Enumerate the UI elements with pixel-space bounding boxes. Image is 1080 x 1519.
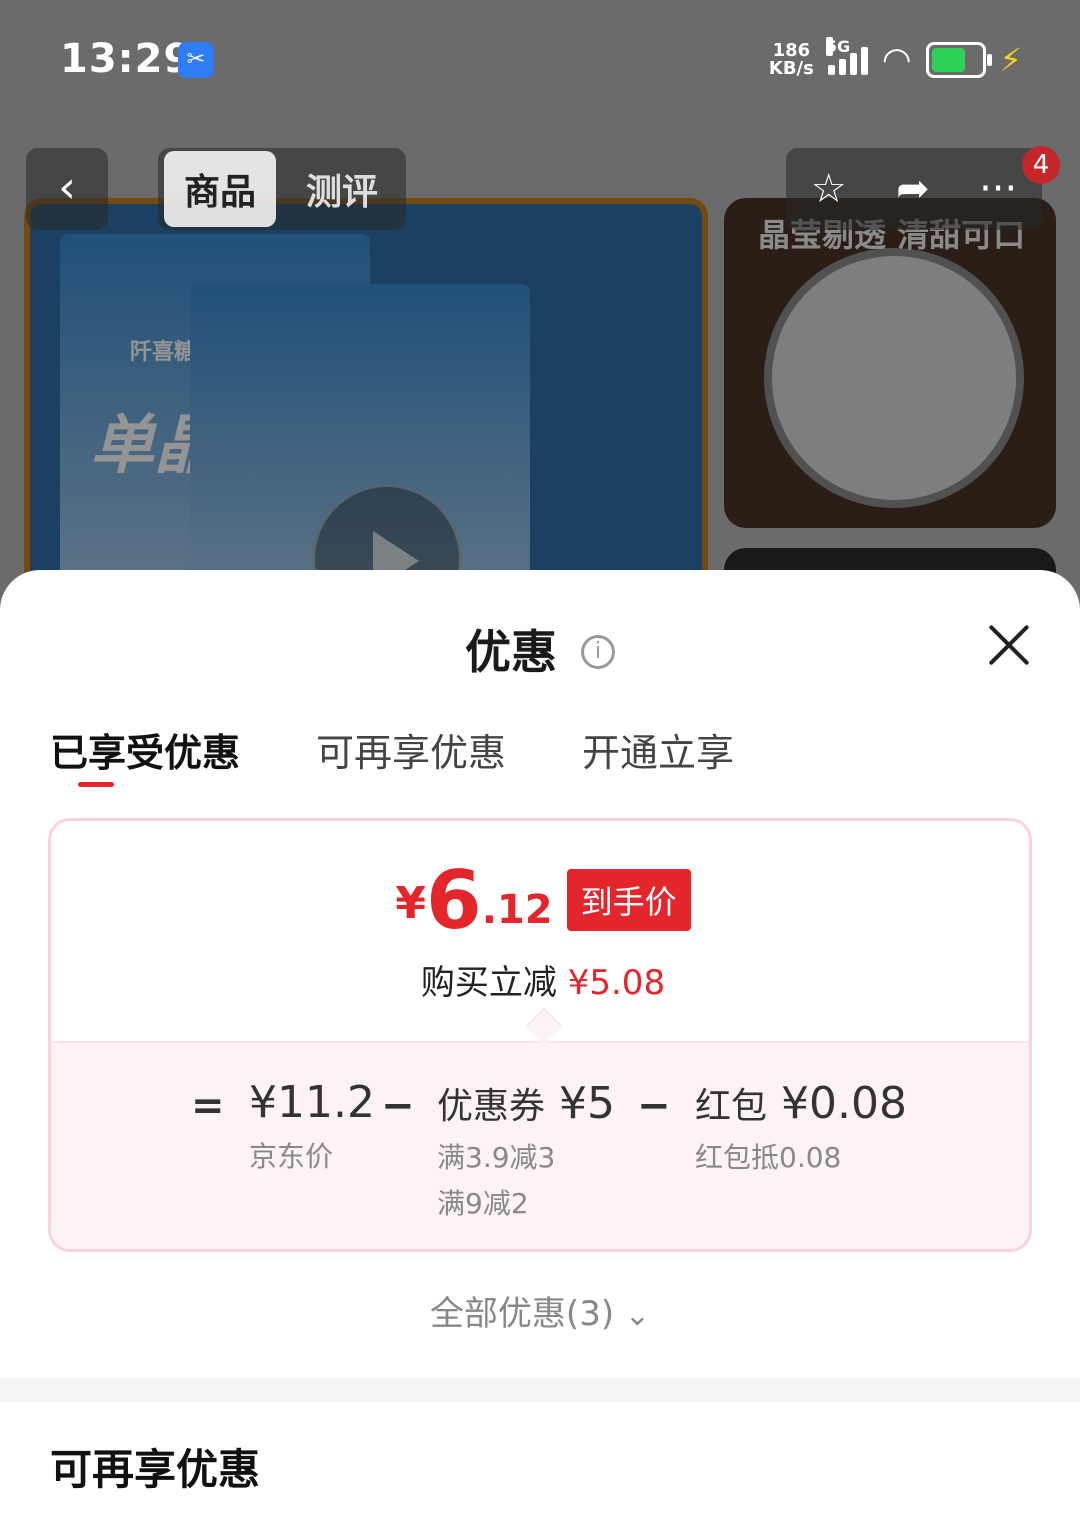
tab-product[interactable]: 商品 <box>164 151 277 227</box>
wifi-icon: ◠ <box>881 40 912 80</box>
more-icon[interactable]: ··· <box>979 166 1017 212</box>
red-packet-label: 红包 <box>695 1086 768 1127</box>
saving-label: 购买立减 <box>420 963 557 1003</box>
dim-overlay[interactable] <box>0 0 1080 600</box>
red-packet-rule: 红包抵0.08 <box>695 1141 842 1174</box>
coupon-rule: 满9减2 <box>437 1187 529 1220</box>
saving-amount: ¥5.08 <box>567 963 666 1003</box>
minus-sign: − <box>637 1083 671 1129</box>
sheet-title: 优惠 i <box>0 616 1080 682</box>
final-price-tag: 到手价 <box>566 869 691 931</box>
final-price: ¥ 6 .12 到手价 <box>51 854 1029 947</box>
network-speed: 186 KB/s <box>769 42 814 78</box>
favorite-star-icon[interactable]: ☆ <box>811 166 847 212</box>
coupon-value: ¥5 <box>559 1078 616 1129</box>
close-button[interactable] <box>984 620 1034 670</box>
coupon-label: 优惠券 <box>437 1086 546 1127</box>
base-price-column: ¥11.2 京东价 <box>249 1077 375 1180</box>
price-summary-card: ¥ 6 .12 到手价 购买立减 ¥5.08 = ¥11.2 京东价 − 优惠券… <box>48 818 1032 1252</box>
share-icon[interactable]: ➦ <box>896 166 930 212</box>
red-packet-value: ¥0.08 <box>781 1078 907 1129</box>
all-offers-label: 全部优惠(3) <box>429 1294 615 1334</box>
active-tab-indicator <box>78 782 114 787</box>
charging-bolt-icon: ⚡ <box>999 41 1022 79</box>
equals-sign: = <box>191 1083 225 1129</box>
offer-tabs: 已享受优惠 可再享优惠 开通立享 <box>50 722 734 777</box>
nav-actions: ☆ ➦ ··· <box>786 148 1042 230</box>
back-button[interactable]: ‹ <box>26 148 108 230</box>
page-tabs: 商品 测评 <box>158 148 406 230</box>
coupon-rule: 满3.9减3 <box>437 1141 556 1174</box>
network-speed-unit: KB/s <box>768 58 814 79</box>
tab-enjoyed-offers[interactable]: 已享受优惠 <box>50 722 240 777</box>
status-time: 13:29 <box>60 36 193 82</box>
status-bar-right: 186 KB/s 5G ◠ ⚡ <box>769 36 1022 84</box>
breakdown-pointer <box>525 1007 563 1045</box>
info-icon[interactable]: i <box>581 634 615 669</box>
battery-icon <box>925 42 992 78</box>
network-type: 5G <box>825 37 851 56</box>
app-notification-icon: ✂ <box>178 42 214 78</box>
price-decimal: .12 <box>481 887 553 933</box>
notification-badge: 4 <box>1022 146 1060 184</box>
red-packet-column: 红包 ¥0.08 红包抵0.08 <box>695 1077 907 1181</box>
tab-review[interactable]: 测评 <box>286 151 398 227</box>
tab-more-offers[interactable]: 可再享优惠 <box>316 722 506 777</box>
chevron-left-icon: ‹ <box>58 162 76 213</box>
minus-sign: − <box>381 1083 415 1129</box>
base-price-label: 京东价 <box>249 1140 334 1173</box>
product-page-background: 阡喜糖业 单晶冰糖 晶莹剔透 清甜可口 13:29 ✂ 186 KB/s 5G … <box>0 0 1080 600</box>
currency-symbol: ¥ <box>395 878 427 929</box>
sheet-title-text: 优惠 <box>464 625 557 679</box>
all-offers-toggle[interactable]: 全部优惠(3) ⌄ <box>0 1286 1080 1335</box>
price-integer: 6 <box>426 854 482 947</box>
coupon-column: 优惠券 ¥5 满3.9减3 满9减2 <box>437 1077 615 1227</box>
signal-icon: 5G <box>825 37 868 75</box>
section-title: 可再享优惠 <box>50 1445 261 1494</box>
base-price-value: ¥11.2 <box>249 1077 375 1128</box>
chevron-down-icon: ⌄ <box>624 1298 651 1333</box>
price-breakdown: = ¥11.2 京东价 − 优惠券 ¥5 满3.9减3 满9减2 − 红包 ¥0… <box>51 1041 1029 1249</box>
section-divider <box>0 1378 1080 1402</box>
instant-saving: 购买立减 ¥5.08 <box>51 955 1029 1004</box>
tab-activate-offers[interactable]: 开通立享 <box>582 722 734 777</box>
offers-bottom-sheet: 优惠 i 已享受优惠 可再享优惠 开通立享 ¥ 6 .12 到手价 购买立减 ¥… <box>0 570 1080 1519</box>
